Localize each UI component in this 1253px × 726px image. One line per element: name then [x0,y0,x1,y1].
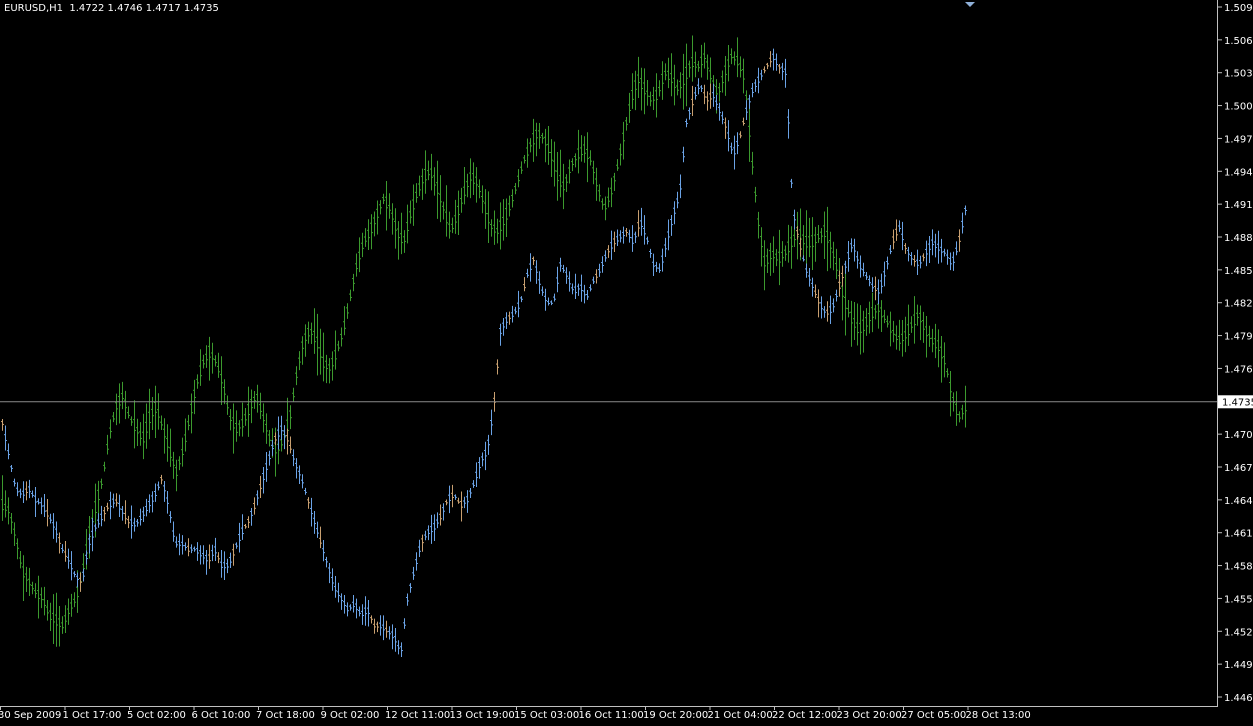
y-tick-label: 1.4915 [1224,200,1253,211]
y-tick-label: 1.5095 [1224,3,1253,14]
y-tick-label: 1.4705 [1224,430,1253,441]
x-tick-label: 13 Oct 19:00 [450,710,515,721]
x-tick-label: 1 Oct 17:00 [63,710,122,721]
x-tick-label: 28 Oct 13:00 [966,710,1031,721]
y-tick-labels: 1.5095 1.5065 1.5035 1.5005 1.4975 1.4945 1.49… [1218,3,1253,704]
x-tick-label: 19 Oct 20:00 [643,710,708,721]
ohlc-values: 1.4722 1.4746 1.4717 1.4735 [69,3,219,14]
y-tick-label: 1.5035 [1224,69,1253,80]
x-tick-label: 21 Oct 04:00 [708,710,773,721]
x-tick-label: 7 Oct 18:00 [256,710,315,721]
y-tick-label: 1.4465 [1224,693,1253,704]
y-tick-label: 1.5005 [1224,102,1253,113]
x-tick-label: 6 Oct 10:00 [192,710,251,721]
x-tick-labels: 30 Sep 2009 1 Oct 17:00 5 Oct 02:00 6 Oct 1… [0,706,1031,721]
y-tick-label: 1.4675 [1224,463,1253,474]
y-tick-label: 1.4765 [1224,364,1253,375]
y-tick-label: 1.4885 [1224,233,1253,244]
x-tick-label: 12 Oct 11:00 [385,710,450,721]
y-tick-label: 1.4555 [1224,594,1253,605]
y-tick-label: 1.4825 [1224,299,1253,310]
y-tick-label: 1.4585 [1224,562,1253,573]
y-tick-label: 1.4525 [1224,627,1253,638]
y-tick-label: 1.4945 [1224,167,1253,178]
x-tick-label: 9 Oct 02:00 [321,710,380,721]
x-tick-label: 23 Oct 20:00 [837,710,902,721]
y-tick-label: 1.4645 [1224,496,1253,507]
y-tick-label: 1.4495 [1224,660,1253,671]
price-chart[interactable]: 1.5095 1.5065 1.5035 1.5005 1.4975 1.4945 1.49… [0,0,1253,722]
y-tick-label: 1.4975 [1224,134,1253,145]
y-tick-label: 1.4615 [1224,529,1253,540]
x-tick-label: 5 Oct 02:00 [127,710,186,721]
current-price-label: 1.4735 [1218,395,1253,409]
chart-header: EURUSD,H1 1.4722 1.4746 1.4717 1.4735 [4,3,219,14]
current-price-label-text: 1.4735 [1222,397,1253,408]
x-tick-label: 30 Sep 2009 [0,710,61,721]
x-tick-label: 15 Oct 03:00 [514,710,579,721]
chart-window[interactable]: 1.5095 1.5065 1.5035 1.5005 1.4975 1.4945 1.49… [0,0,1253,722]
y-tick-label: 1.5065 [1224,36,1253,47]
y-tick-label: 1.4855 [1224,266,1253,277]
y-tick-label: 1.4795 [1224,332,1253,343]
x-tick-label: 22 Oct 12:00 [772,710,837,721]
x-tick-label: 16 Oct 11:00 [579,710,644,721]
x-tick-label: 27 Oct 05:00 [901,710,966,721]
plot-background [0,0,1217,706]
symbol-label: EURUSD,H1 [4,3,64,14]
